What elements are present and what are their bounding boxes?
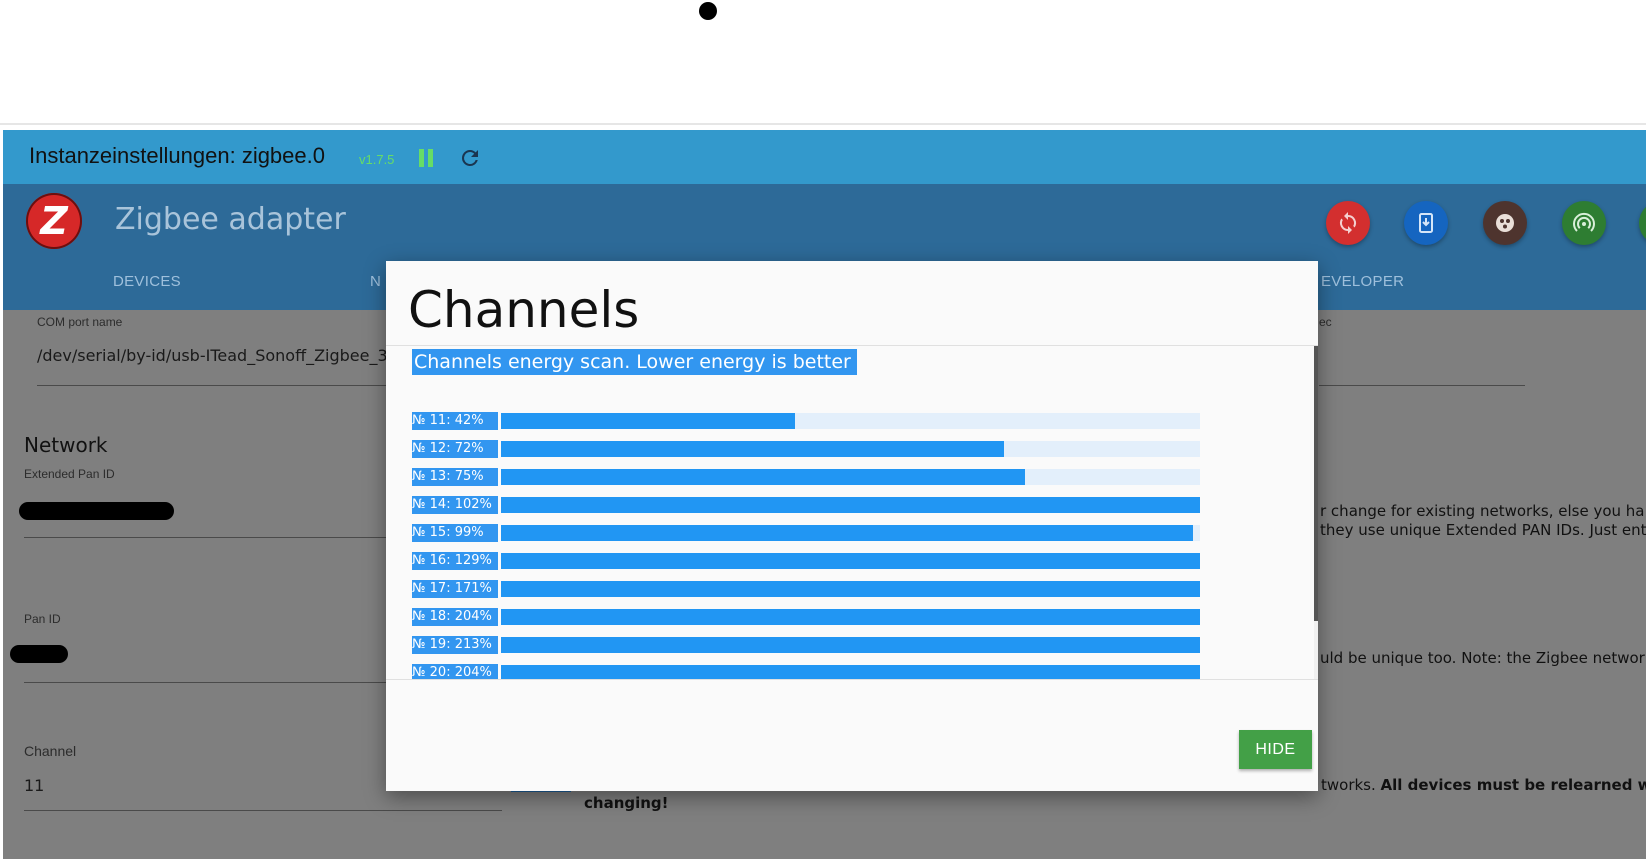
top-separator <box>0 123 1646 125</box>
channel-energy-bar <box>501 553 1200 569</box>
channel-energy-bar <box>501 665 1200 679</box>
download-icon <box>1419 213 1433 233</box>
version-badge: v1.7.5 <box>359 152 395 167</box>
sync-button[interactable] <box>1326 201 1370 245</box>
signal-button[interactable] <box>1562 201 1606 245</box>
channel-energy-track <box>501 609 1200 625</box>
note-line-4: tworks. All devices must be relearned wh <box>1321 776 1646 794</box>
dialog-title: Channels <box>408 281 640 339</box>
tab-network[interactable]: N <box>370 273 381 290</box>
channel-energy-bar <box>501 609 1200 625</box>
channel-label: № 13: 75% <box>412 468 498 486</box>
right-field-underline <box>1319 385 1525 386</box>
channel-energy-track <box>501 413 1200 429</box>
channels-dialog: Channels Channels energy scan. Lower ene… <box>386 261 1318 791</box>
adapter-title: Zigbee adapter <box>115 202 346 237</box>
channel-energy-track <box>501 497 1200 513</box>
redacted-pan-id <box>10 645 68 663</box>
sync-icon <box>1339 212 1357 234</box>
extra-header-button[interactable] <box>1639 201 1646 245</box>
cursor-dot <box>699 2 717 20</box>
channel-label: № 17: 171% <box>412 580 498 598</box>
channel-energy-bar <box>501 441 1004 457</box>
channel-energy-bar <box>501 497 1200 513</box>
settings-group-icon <box>1496 214 1514 232</box>
note-line-3: uld be unique too. Note: the Zigbee netw… <box>1320 649 1645 667</box>
tab-developer[interactable]: EVELOPER <box>1321 273 1404 290</box>
channel-field[interactable]: 11 <box>24 776 44 795</box>
pause-icon[interactable] <box>419 149 435 167</box>
hide-button[interactable]: HIDE <box>1239 730 1312 769</box>
channel-label: № 14: 102% <box>412 496 498 514</box>
right-field-label: ec <box>1319 315 1332 329</box>
settings-group-button[interactable] <box>1483 201 1527 245</box>
scan-subtitle: Channels energy scan. Lower energy is be… <box>412 349 857 375</box>
note-line-2: they use unique Extended PAN IDs. Just e… <box>1320 521 1646 539</box>
dialog-body: Channels energy scan. Lower energy is be… <box>386 346 1318 679</box>
instance-settings-bar: Instanzeinstellungen: zigbee.0 v1.7.5 <box>3 130 1646 184</box>
channel-energy-track <box>501 441 1200 457</box>
channel-energy-track <box>501 525 1200 541</box>
com-port-label: COM port name <box>37 315 123 329</box>
scrollbar-thumb[interactable] <box>1314 346 1318 621</box>
channel-label: № 20: 204% <box>412 664 498 679</box>
note-line-1: r change for existing networks, else you… <box>1320 502 1645 520</box>
channel-row: № 13: 75% <box>412 468 1200 486</box>
pan-id-label: Pan ID <box>24 612 61 626</box>
channel-energy-bar <box>501 525 1193 541</box>
redacted-extended-pan-id <box>19 502 174 520</box>
channel-label: № 15: 99% <box>412 524 498 542</box>
channel-energy-bar <box>501 581 1200 597</box>
channel-row: № 12: 72% <box>412 440 1200 458</box>
channel-energy-track <box>501 553 1200 569</box>
channel-row: № 15: 99% <box>412 524 1200 542</box>
channel-energy-track <box>501 581 1200 597</box>
dialog-divider-bottom <box>386 679 1318 680</box>
channel-label: № 16: 129% <box>412 552 498 570</box>
channel-energy-bar <box>501 469 1025 485</box>
pan-id-underline <box>24 682 394 683</box>
channel-label: № 12: 72% <box>412 440 498 458</box>
signal-icon <box>1573 212 1595 232</box>
refresh-icon[interactable] <box>458 146 482 170</box>
instance-title: Instanzeinstellungen: zigbee.0 <box>29 143 325 168</box>
channel-row: № 20: 204% <box>412 664 1200 679</box>
network-heading: Network <box>24 433 108 457</box>
com-port-field[interactable]: /dev/serial/by-id/usb-ITead_Sonoff_Zigbe… <box>37 346 388 365</box>
channel-underline <box>24 810 502 811</box>
tab-devices[interactable]: DEVICES <box>113 273 181 290</box>
channel-row: № 14: 102% <box>412 496 1200 514</box>
channel-energy-track <box>501 665 1200 679</box>
channel-energy-track <box>501 637 1200 653</box>
channel-label: Channel <box>24 743 77 759</box>
download-button[interactable] <box>1404 201 1448 245</box>
channel-energy-track <box>501 469 1200 485</box>
channel-row: № 18: 204% <box>412 608 1200 626</box>
channel-label: № 19: 213% <box>412 636 498 654</box>
scrollbar[interactable] <box>1314 346 1318 679</box>
channel-label: № 11: 42% <box>412 412 498 430</box>
extended-pan-underline <box>24 537 394 538</box>
channel-energy-bar <box>501 413 795 429</box>
channel-label: № 18: 204% <box>412 608 498 626</box>
note-line-5: changing! <box>584 794 669 812</box>
channel-row: № 16: 129% <box>412 552 1200 570</box>
channel-row: № 11: 42% <box>412 412 1200 430</box>
channel-row: № 19: 213% <box>412 636 1200 654</box>
channel-row: № 17: 171% <box>412 580 1200 598</box>
com-port-underline <box>37 385 397 386</box>
extended-pan-label: Extended Pan ID <box>24 467 115 481</box>
channel-energy-bar <box>501 637 1200 653</box>
zigbee-logo: Z <box>26 193 82 249</box>
